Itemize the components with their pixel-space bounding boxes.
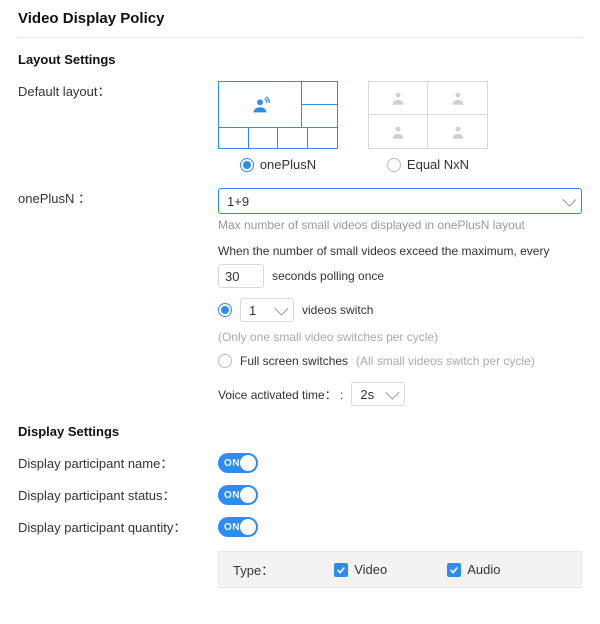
type-box: Type： Video Audio: [218, 551, 582, 588]
toggle-on-text: ON: [224, 522, 240, 533]
chevron-down-icon: [386, 386, 400, 400]
oneplusn-select[interactable]: 1+9: [218, 188, 582, 214]
type-video-checkbox[interactable]: Video: [334, 562, 387, 577]
speaker-icon: [249, 94, 271, 116]
voice-activated-select[interactable]: 2s: [351, 382, 405, 406]
display-settings-title: Display Settings: [18, 424, 582, 439]
videos-switch-label: videos switch: [302, 303, 373, 317]
type-video-label: Video: [354, 562, 387, 577]
oneplusn-select-value: 1+9: [227, 194, 249, 209]
radio-oneplusn-label: onePlusN: [260, 157, 316, 172]
layout-settings-title: Layout Settings: [18, 52, 582, 67]
toggle-on-text: ON: [224, 458, 240, 469]
layout-option-oneplusn[interactable]: onePlusN: [218, 81, 338, 172]
radio-equalnxn-label: Equal NxN: [407, 157, 469, 172]
radio-equalnxn[interactable]: [387, 158, 401, 172]
layout-thumb-equalnxn: [368, 81, 488, 149]
layout-thumb-oneplusn: [218, 81, 338, 149]
toggle-on-text: ON: [224, 490, 240, 501]
chevron-down-icon: [274, 302, 288, 316]
display-name-toggle[interactable]: ON: [218, 453, 258, 473]
full-screen-switches-label: Full screen switches: [240, 354, 348, 368]
display-quantity-label: Display participant quantity：: [18, 517, 218, 537]
person-icon: [449, 123, 467, 141]
person-icon: [389, 123, 407, 141]
radio-oneplusn[interactable]: [240, 158, 254, 172]
display-status-label: Display participant status：: [18, 485, 218, 505]
chevron-down-icon: [562, 193, 576, 207]
voice-activated-value: 2s: [360, 387, 374, 402]
type-audio-checkbox[interactable]: Audio: [447, 562, 500, 577]
exceed-text: When the number of small videos exceed t…: [218, 244, 582, 258]
radio-videos-switch[interactable]: [218, 303, 232, 317]
polling-seconds-input[interactable]: 30: [218, 264, 264, 288]
switch-count-value: 1: [249, 303, 256, 318]
default-layout-label: Default layout：: [18, 81, 218, 101]
person-icon: [389, 89, 407, 107]
checkbox-checked-icon: [334, 563, 348, 577]
oneplusn-select-hint: Max number of small videos displayed in …: [218, 218, 582, 232]
divider: [18, 37, 582, 38]
voice-activated-label: Voice activated time： :: [218, 386, 343, 403]
oneplusn-label: onePlusN ：: [18, 188, 218, 208]
full-screen-switches-hint: (All small videos switch per cycle): [356, 354, 535, 368]
type-label: Type：: [233, 560, 274, 579]
type-audio-label: Audio: [467, 562, 500, 577]
display-quantity-toggle[interactable]: ON: [218, 517, 258, 537]
person-icon: [449, 89, 467, 107]
radio-full-screen-switches[interactable]: [218, 354, 232, 368]
videos-switch-hint: (Only one small video switches per cycle…: [218, 330, 438, 344]
display-name-label: Display participant name：: [18, 453, 218, 473]
polling-seconds-value: 30: [225, 269, 239, 284]
layout-option-equalnxn[interactable]: Equal NxN: [368, 81, 488, 172]
page-title: Video Display Policy: [18, 10, 582, 27]
checkbox-checked-icon: [447, 563, 461, 577]
polling-suffix: seconds polling once: [272, 269, 384, 283]
display-status-toggle[interactable]: ON: [218, 485, 258, 505]
switch-count-select[interactable]: 1: [240, 298, 294, 322]
